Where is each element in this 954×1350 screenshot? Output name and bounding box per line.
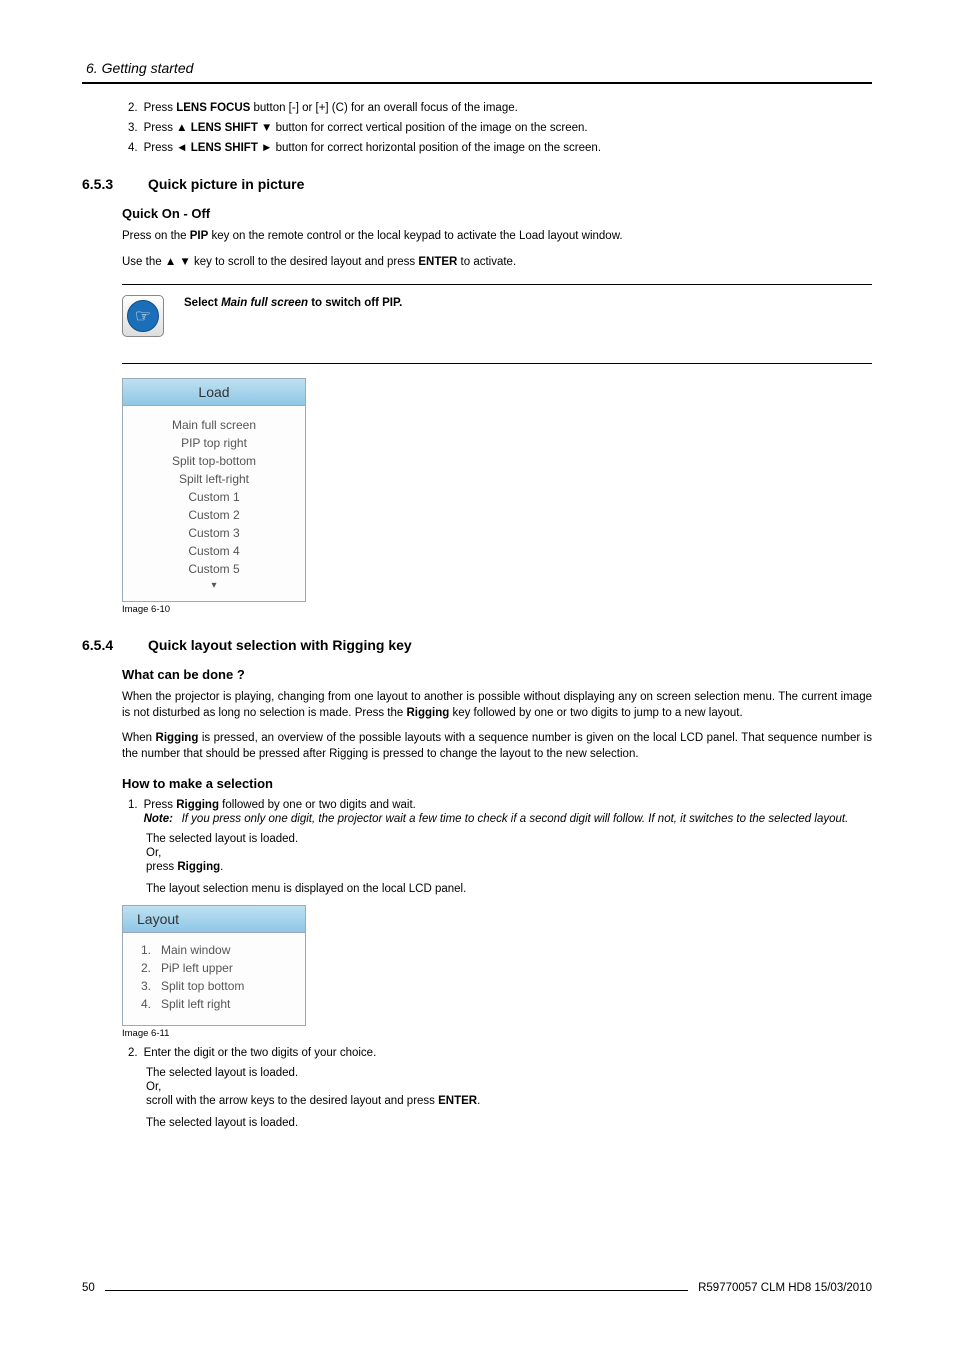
substep: The selected layout is loaded. (146, 1067, 872, 1079)
list-item: 2.PiP left upper (137, 959, 297, 977)
step-num: 3. (128, 122, 138, 134)
note-text: Select Main full screen to switch off PI… (184, 295, 402, 337)
list-item: Custom 4 (129, 542, 299, 560)
step-2: 2. Press LENS FOCUS button [-] or [+] (C… (128, 102, 872, 114)
section-title: Quick layout selection with Rigging key (148, 637, 412, 653)
list-item: Split top-bottom (129, 452, 299, 470)
substep: The selected layout is loaded. (146, 833, 872, 845)
substep: The selected layout is loaded. (146, 1117, 872, 1129)
page-footer: 50 R59770057 CLM HD8 15/03/2010 (82, 1282, 872, 1294)
footer-rule (105, 1290, 688, 1291)
step-num: 2. (128, 102, 138, 114)
doc-id: R59770057 CLM HD8 15/03/2010 (698, 1282, 872, 1294)
step-4: 4. Press ◄ LENS SHIFT ► button for corre… (128, 142, 872, 154)
para-pip-2: Use the ▲ ▼ key to scroll to the desired… (122, 255, 872, 271)
step-num: 1. (128, 799, 138, 811)
layout-menu-figure: Layout 1.Main window 2.PiP left upper 3.… (122, 905, 306, 1026)
load-menu-title: Load (123, 379, 305, 406)
load-menu-body: Main full screen PIP top right Split top… (123, 406, 305, 601)
step-num: 4. (128, 142, 138, 154)
substep: scroll with the arrow keys to the desire… (146, 1095, 872, 1107)
note-box: ☞ Select Main full screen to switch off … (122, 284, 872, 364)
list-item: PIP top right (129, 434, 299, 452)
subhead-whatcanbedone: What can be done ? (122, 667, 872, 682)
subhead-howto: How to make a selection (122, 776, 872, 791)
para-pip-1: Press on the PIP key on the remote contr… (122, 229, 872, 245)
list-item: 3.Split top bottom (137, 977, 297, 995)
list-item: Main full screen (129, 416, 299, 434)
list-item: Custom 3 (129, 524, 299, 542)
step-text: Press LENS FOCUS button [-] or [+] (C) f… (144, 102, 872, 114)
chevron-down-icon: ▾ (129, 578, 299, 593)
list-item: Custom 1 (129, 488, 299, 506)
list-item: Custom 5 (129, 560, 299, 578)
section-title: Quick picture in picture (148, 176, 304, 192)
step-text: Press Rigging followed by one or two dig… (144, 799, 872, 811)
step-text: Press ▲ LENS SHIFT ▼ button for correct … (144, 122, 872, 134)
section-654: 6.5.4 Quick layout selection with Riggin… (82, 637, 872, 653)
list-item: Custom 2 (129, 506, 299, 524)
subhead-quick-on-off: Quick On - Off (122, 206, 872, 221)
substep: Or, (146, 1081, 872, 1093)
chapter-header: 6. Getting started (86, 60, 872, 76)
howto-step-1-note: 1. Note:If you press only one digit, the… (128, 813, 872, 825)
step-note: Note:If you press only one digit, the pr… (144, 813, 872, 825)
howto-step-2: 2. Enter the digit or the two digits of … (128, 1047, 872, 1059)
step-text: Enter the digit or the two digits of you… (144, 1047, 872, 1059)
para-wc2: When Rigging is pressed, an overview of … (122, 731, 872, 762)
caption-610: Image 6-10 (122, 604, 872, 615)
step-num: 2. (128, 1047, 138, 1059)
layout-menu-body: 1.Main window 2.PiP left upper 3.Split t… (123, 933, 305, 1025)
header-rule (82, 82, 872, 84)
section-653: 6.5.3 Quick picture in picture (82, 176, 872, 192)
para-wc1: When the projector is playing, changing … (122, 690, 872, 721)
list-item: 4.Split left right (137, 995, 297, 1013)
substep: press Rigging. (146, 861, 872, 873)
pointing-hand-icon: ☞ (122, 295, 164, 337)
list-item: Spilt left-right (129, 470, 299, 488)
page-number: 50 (82, 1282, 95, 1294)
substep: Or, (146, 847, 872, 859)
step-3: 3. Press ▲ LENS SHIFT ▼ button for corre… (128, 122, 872, 134)
load-menu-figure: Load Main full screen PIP top right Spli… (122, 378, 306, 602)
caption-611: Image 6-11 (122, 1028, 872, 1039)
section-number: 6.5.4 (82, 637, 148, 653)
substep: The layout selection menu is displayed o… (146, 883, 872, 895)
list-item: 1.Main window (137, 941, 297, 959)
howto-step-1: 1. Press Rigging followed by one or two … (128, 799, 872, 811)
step-text: Press ◄ LENS SHIFT ► button for correct … (144, 142, 872, 154)
section-number: 6.5.3 (82, 176, 148, 192)
layout-menu-title: Layout (123, 906, 305, 933)
